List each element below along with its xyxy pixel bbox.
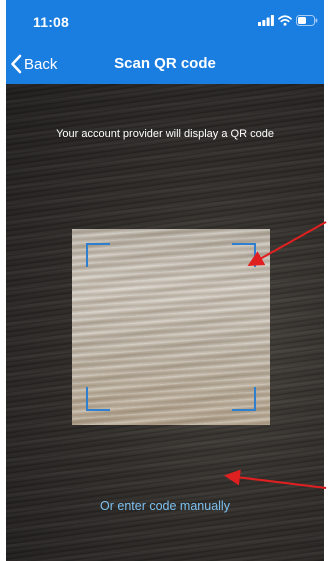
phone-screen: 11:08 Back Scan QR code Your account pro… [6,0,324,561]
frame-corner-bottom-right [232,387,256,411]
qr-scan-frame [72,229,270,425]
frame-corner-bottom-left [86,387,110,411]
app-header: 11:08 Back Scan QR code [6,0,324,84]
frame-corner-top-right [232,243,256,267]
enter-code-manually-link[interactable]: Or enter code manually [6,499,324,513]
navigation-bar: Back Scan QR code [6,44,324,84]
status-bar: 11:08 [6,0,324,44]
battery-icon [296,15,318,26]
signal-bars-icon [258,15,274,26]
wifi-icon [278,15,292,26]
page-title: Scan QR code [114,55,216,72]
status-time: 11:08 [33,14,70,30]
frame-corner-top-left [86,243,110,267]
status-icons [258,15,318,26]
scan-instruction: Your account provider will display a QR … [56,128,274,140]
camera-viewfinder: Your account provider will display a QR … [6,84,324,561]
